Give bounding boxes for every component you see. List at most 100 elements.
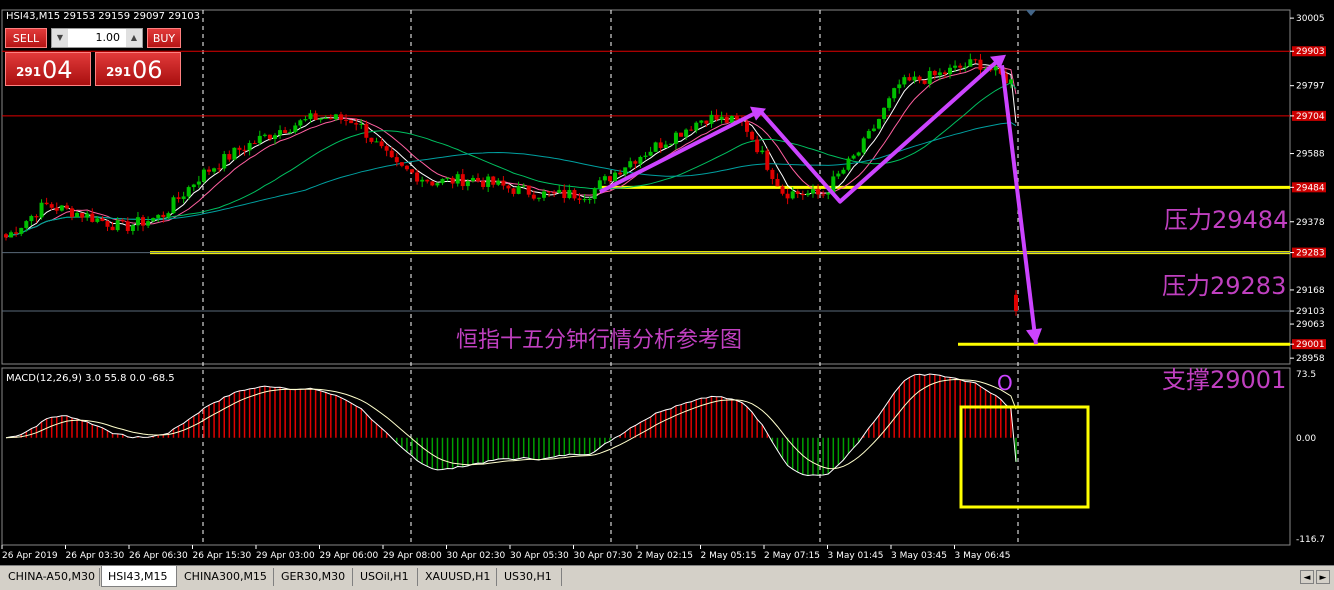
tab-ger30[interactable]: GER30,M30	[275, 568, 353, 586]
candle-body	[653, 142, 658, 152]
candle-body	[344, 119, 349, 121]
time-tick-label: 30 Apr 07:30	[574, 551, 633, 561]
candle-body	[384, 146, 389, 151]
lot-size-field[interactable]: ▼ 1.00 ▲	[51, 28, 143, 48]
candle-body	[278, 130, 283, 136]
candle-body	[115, 220, 120, 231]
price-tick-label: 29704	[1296, 112, 1325, 122]
candle-body	[638, 156, 643, 164]
chart-window[interactable]: 26 Apr 2019 26 Apr 03:30 26 Apr 06:30 26 Ap…	[0, 0, 1334, 565]
candle-body	[420, 179, 425, 182]
candle-body	[394, 157, 399, 163]
candle-body	[567, 190, 572, 199]
sell-price-button[interactable]: 291 04	[5, 52, 91, 86]
candle-body	[237, 147, 242, 150]
tab-usoil[interactable]: USOil,H1	[354, 568, 418, 586]
lot-size-value[interactable]: 1.00	[70, 29, 124, 47]
macd-line	[5, 373, 1017, 477]
candle-body	[141, 217, 146, 226]
lot-increase-icon[interactable]: ▲	[126, 29, 142, 47]
time-tick-label: 3 May 01:45	[828, 551, 884, 561]
candle-body	[618, 172, 623, 175]
candle-body	[135, 217, 140, 226]
candle-body	[658, 142, 663, 148]
candle-body	[460, 174, 465, 187]
candle-body	[29, 216, 34, 222]
candle-body	[577, 198, 582, 200]
candle-body	[729, 116, 734, 123]
candle-body	[694, 122, 699, 131]
candle-body	[130, 225, 135, 231]
candle-body	[486, 176, 491, 187]
candle-body	[592, 188, 597, 199]
sell-button[interactable]: SELL	[5, 28, 47, 48]
candle-body	[389, 150, 394, 158]
candle-body	[95, 218, 100, 222]
candle-body	[288, 131, 293, 134]
moving-average-30	[5, 82, 1017, 238]
candle-body	[186, 187, 191, 197]
price-chart[interactable]: 26 Apr 2019 26 Apr 03:30 26 Apr 06:30 26 Ap…	[0, 0, 1334, 565]
time-tick-label: 26 Apr 03:30	[66, 551, 125, 561]
resistance-label-1: 压力29484	[1164, 206, 1288, 234]
candle-body	[521, 185, 526, 187]
candle-body	[303, 119, 308, 121]
candle-body	[100, 218, 105, 222]
candle-body	[562, 189, 567, 199]
candle-body	[699, 120, 704, 123]
tab-china-a50[interactable]: CHINA-A50,M30	[2, 568, 100, 586]
candle-body	[49, 204, 54, 208]
candle-body	[684, 129, 689, 137]
tab-hsi43[interactable]: HSI43,M15	[101, 566, 177, 587]
tab-xauusd[interactable]: XAUUSD,H1	[419, 568, 497, 586]
candle-body	[602, 176, 607, 181]
candle-body	[272, 135, 277, 139]
candle-body	[526, 185, 531, 195]
candle-body	[156, 214, 161, 218]
lot-decrease-icon[interactable]: ▼	[52, 29, 68, 47]
candle-body	[932, 70, 937, 76]
candle-body	[445, 177, 450, 179]
candle-body	[948, 67, 953, 75]
chart-tab-bar: CHINA-A50,M30 HSI43,M15 CHINA300,M15 GER…	[0, 565, 1334, 590]
price-tick-label: 29378	[1296, 218, 1325, 228]
candle-body	[313, 113, 318, 120]
candle-body	[531, 194, 536, 199]
candle-body	[607, 176, 612, 182]
candle-body	[75, 212, 80, 218]
candle-body	[39, 202, 44, 218]
candle-body	[196, 181, 201, 185]
candle-body	[59, 205, 64, 211]
candle-body	[755, 139, 760, 153]
tab-scroll-right-icon[interactable]: ►	[1316, 570, 1330, 584]
time-tick-label: 3 May 03:45	[891, 551, 947, 561]
candle-body	[465, 181, 470, 187]
candle-body	[922, 80, 927, 84]
candle-body	[973, 59, 978, 61]
candle-body	[724, 116, 729, 123]
time-tick-label: 26 Apr 06:30	[129, 551, 188, 561]
buy-price-button[interactable]: 291 06	[95, 52, 181, 86]
support-label: 支撑29001	[1162, 366, 1286, 394]
candle-body	[14, 232, 19, 234]
candle-body	[613, 172, 618, 182]
buy-button[interactable]: BUY	[147, 28, 181, 48]
candle-body	[709, 114, 714, 124]
tab-scroll-left-icon[interactable]: ◄	[1300, 570, 1314, 584]
candle-body	[643, 155, 648, 157]
candle-body	[1014, 294, 1018, 312]
candle-body	[882, 107, 887, 120]
candle-body	[247, 143, 252, 151]
candle-body	[125, 221, 130, 231]
candle-body	[861, 138, 866, 153]
candle-body	[491, 176, 496, 185]
candle-body	[679, 132, 684, 137]
price-tick-label: 29103	[1296, 307, 1325, 317]
tab-china300[interactable]: CHINA300,M15	[178, 568, 274, 586]
candle-body	[750, 131, 755, 140]
candle-body	[161, 214, 166, 218]
candle-body	[541, 191, 546, 198]
candle-body	[836, 173, 841, 177]
tab-us30[interactable]: US30,H1	[498, 568, 562, 586]
macd-header: MACD(12,26,9) 3.0 55.8 0.0 -68.5	[6, 373, 175, 384]
